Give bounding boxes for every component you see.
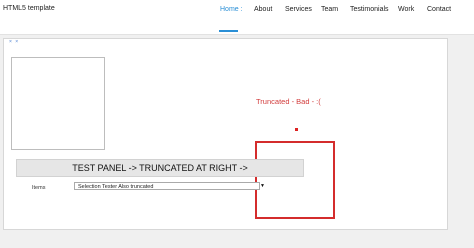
brand-title[interactable]: HTML5 template	[3, 5, 55, 12]
content-canvas: × × Truncated - Bad - :( TEST PANEL -> T…	[3, 38, 448, 230]
top-navbar: HTML5 template Home : About Services Tea…	[0, 0, 474, 35]
nav-link-home[interactable]: Home :	[220, 6, 243, 13]
page-footer-strip	[0, 231, 474, 248]
items-select[interactable]: Selection Tester Also truncated	[74, 182, 260, 190]
image-placeholder	[11, 57, 105, 150]
nav-link-work[interactable]: Work	[398, 6, 414, 13]
close-icon[interactable]: × ×	[9, 39, 19, 45]
nav-link-team[interactable]: Team	[321, 6, 338, 13]
truncated-warning-text: Truncated - Bad - :(	[256, 97, 321, 106]
test-panel-header: TEST PANEL -> TRUNCATED AT RIGHT ->	[16, 159, 304, 177]
items-label: Items	[32, 185, 46, 191]
nav-link-about[interactable]: About	[254, 6, 272, 13]
nav-link-testimonials[interactable]: Testimonials	[350, 6, 389, 13]
select-arrow-icon[interactable]: ▼	[260, 183, 265, 189]
nav-link-contact[interactable]: Contact	[427, 6, 451, 13]
marker-dot	[295, 128, 298, 131]
active-nav-indicator	[219, 30, 238, 32]
highlight-frame	[255, 141, 335, 219]
nav-link-services[interactable]: Services	[285, 6, 312, 13]
